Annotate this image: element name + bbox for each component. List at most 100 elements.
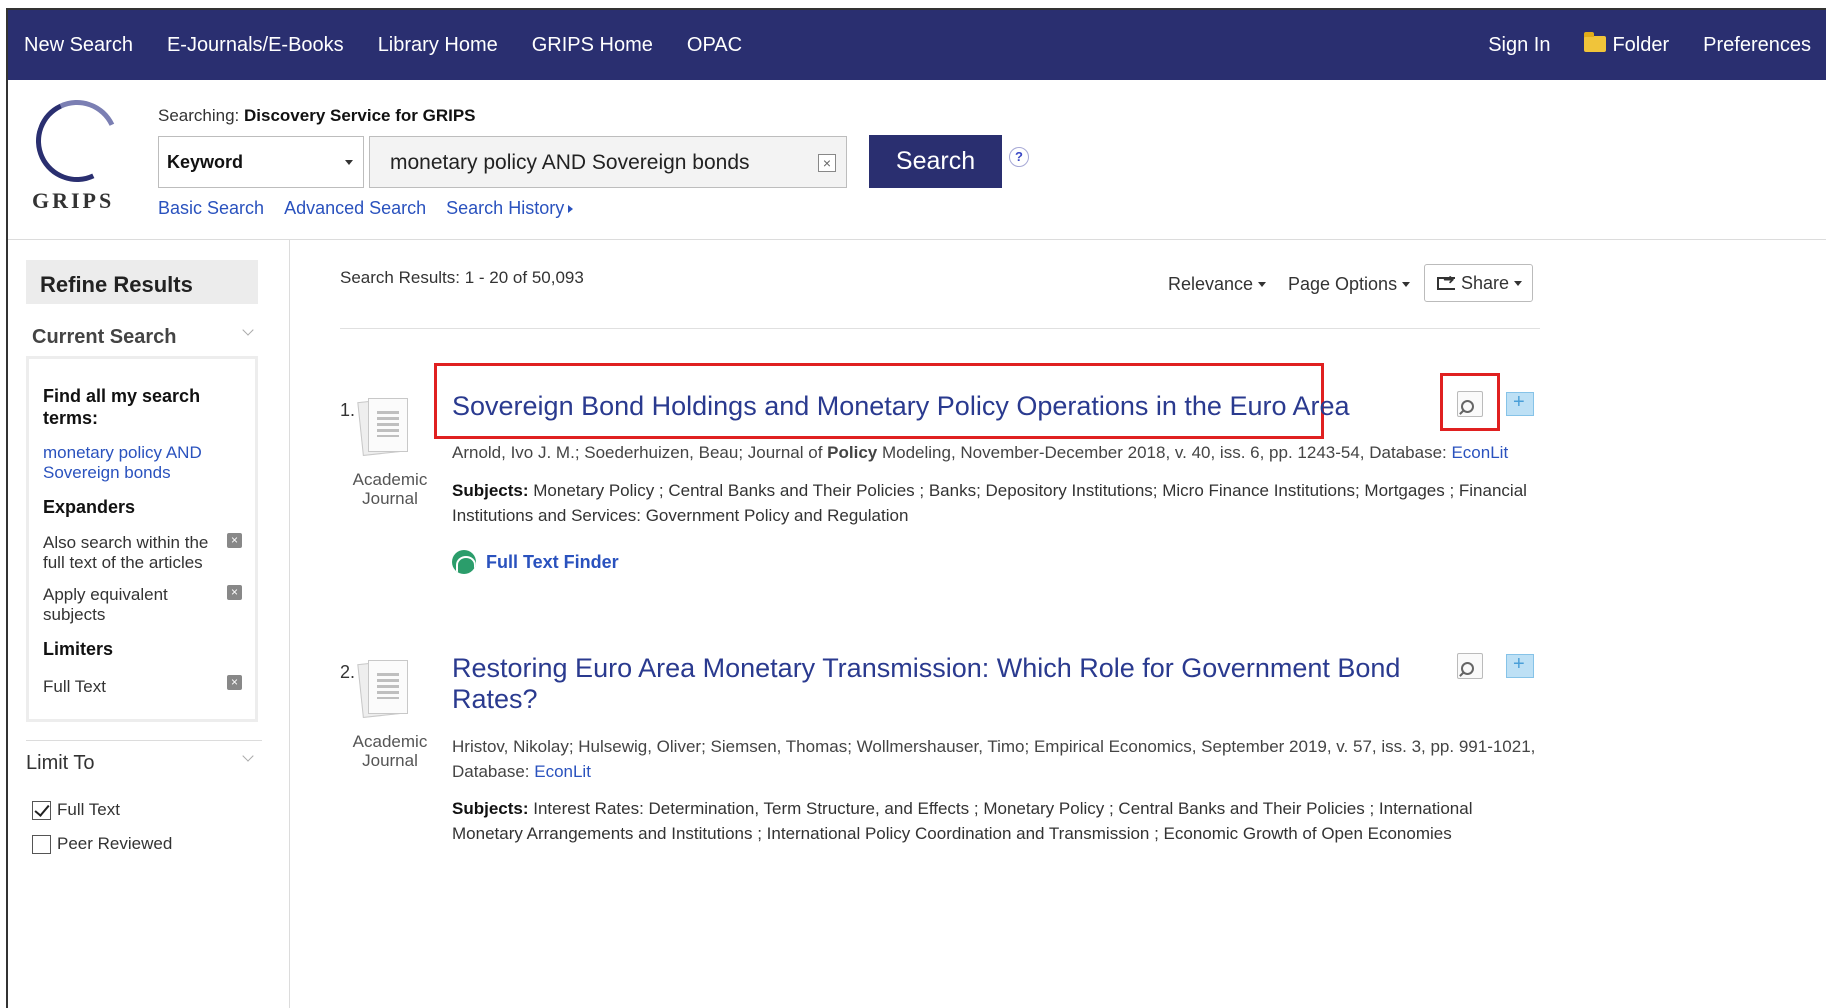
result-number: 1. [340,400,356,420]
subjects-label: Subjects: [452,481,529,500]
results-divider [340,328,1540,329]
limit-fulltext-option[interactable]: Full Text [32,800,120,820]
sort-dropdown[interactable]: Relevance [1168,274,1267,295]
preview-icon[interactable] [1457,653,1483,679]
limit-peer-label: Peer Reviewed [57,834,173,853]
expander-equivalent: Apply equivalent subjects [43,585,168,624]
result-type: Academic Journal [345,470,435,508]
search-history-label: Search History [446,198,565,218]
result-number: 2. [340,662,356,682]
sidebar-divider [26,740,262,741]
search-input-value: monetary policy AND Sovereign bonds [390,151,750,174]
top-nav-bar: New Search E-Journals/E-Books Library Ho… [8,10,1826,80]
expander-fulltext: Also search within the full text of the … [43,533,209,572]
advanced-search-link[interactable]: Advanced Search [284,198,426,219]
result-type-line2: Journal [362,489,418,508]
result-type-line1: Academic [352,470,428,489]
result-authors-rest: Modeling, November-December 2018, v. 40,… [877,443,1452,462]
full-text-finder-icon [452,550,476,574]
limit-fulltext-label: Full Text [57,800,120,819]
folder-icon [1584,31,1607,52]
grips-logo[interactable]: GRIPS [24,88,130,218]
chevron-down-icon [345,160,353,165]
expanders-title: Expanders [43,497,136,517]
remove-icon[interactable]: × [227,533,242,548]
refine-results-title: Refine Results [26,260,258,304]
search-mode-links: Basic Search Advanced Search Search Hist… [158,198,593,219]
current-search-header[interactable]: Current Search [32,326,177,349]
subjects-label: Subjects: [452,799,529,818]
result-type-line1: Academic [352,732,428,751]
preview-icon[interactable] [1457,391,1483,417]
sort-label: Relevance [1168,274,1254,294]
nav-folder[interactable]: Folder [1567,31,1686,57]
searching-prefix: Searching: [158,106,240,125]
limit-peer-option[interactable]: Peer Reviewed [32,834,172,854]
nav-new-search[interactable]: New Search [8,34,150,57]
chevron-down-icon[interactable] [242,324,254,336]
result-subjects: Subjects: Interest Rates: Determination,… [452,796,1542,846]
searching-target: Discovery Service for GRIPS [244,106,476,125]
remove-icon[interactable]: × [227,675,242,690]
find-all-label: Find all my search terms: [43,386,201,428]
browser-frame: New Search E-Journals/E-Books Library Ho… [6,8,1826,1008]
nav-preferences[interactable]: Preferences [1686,34,1826,57]
academic-journal-icon[interactable] [357,396,412,460]
share-icon [1437,271,1455,290]
database-link[interactable]: EconLit [534,762,591,781]
chevron-down-icon [1402,282,1411,287]
caret-right-icon [568,205,574,213]
nav-sign-in[interactable]: Sign In [1471,34,1567,57]
add-to-folder-icon[interactable] [1506,391,1534,416]
academic-journal-icon[interactable] [357,658,412,722]
help-icon[interactable]: ? [1009,147,1029,167]
current-query-link[interactable]: monetary policy AND Sovereign bonds [43,443,233,483]
page-options-label: Page Options [1288,274,1398,294]
add-to-folder-icon[interactable] [1506,653,1534,678]
subjects-text: Interest Rates: Determination, Term Stru… [452,799,1473,843]
search-history-link[interactable]: Search History [446,198,574,219]
results-panel: Search Results: 1 - 20 of 50,093 Relevan… [290,240,1826,1008]
nav-ejournals[interactable]: E-Journals/E-Books [150,34,361,57]
database-link[interactable]: EconLit [1451,443,1508,462]
limit-to-header[interactable]: Limit To [26,752,95,775]
nav-grips-home[interactable]: GRIPS Home [515,34,670,57]
chevron-down-icon[interactable] [242,750,254,762]
page-options-dropdown[interactable]: Page Options [1288,274,1411,295]
search-button[interactable]: Search [869,135,1002,188]
nav-opac[interactable]: OPAC [670,34,759,57]
remove-icon[interactable]: × [227,585,242,600]
logo-ring-icon [24,88,130,194]
fulltext-checkbox[interactable] [32,800,51,820]
clear-icon[interactable]: × [818,154,836,172]
result-title-link[interactable]: Restoring Euro Area Monetary Transmissio… [452,653,1412,715]
result-meta: Hristov, Nikolay; Hulsewig, Oliver; Siem… [452,734,1542,784]
search-input[interactable]: monetary policy AND Sovereign bonds × [369,136,847,188]
result-type-line2: Journal [362,751,418,770]
nav-folder-label: Folder [1612,33,1670,56]
result-authors-bold: Policy [827,443,878,462]
chevron-down-icon [1514,281,1523,286]
full-text-finder-label: Full Text Finder [486,551,619,572]
basic-search-link[interactable]: Basic Search [158,198,264,219]
share-button[interactable]: Share [1424,264,1533,302]
searching-label: Searching: Discovery Service for GRIPS [158,106,476,126]
search-header: GRIPS Searching: Discovery Service for G… [8,80,1826,240]
full-text-finder-link[interactable]: Full Text Finder [452,550,619,574]
field-select[interactable]: Keyword [158,136,364,188]
logo-text: GRIPS [32,188,115,213]
limiter-fulltext: Full Text [43,677,106,696]
result-type: Academic Journal [345,732,435,770]
nav-library-home[interactable]: Library Home [361,34,515,57]
current-search-box: Find all my search terms: monetary polic… [26,356,258,722]
result-authors: Arnold, Ivo J. M.; Soederhuizen, Beau; J… [452,443,828,462]
peer-reviewed-checkbox[interactable] [32,834,51,854]
subjects-text: Monetary Policy ; Central Banks and Thei… [452,481,1527,525]
result-title-link[interactable]: Sovereign Bond Holdings and Monetary Pol… [452,391,1350,422]
share-label: Share [1461,273,1510,293]
result-count: Search Results: 1 - 20 of 50,093 [340,268,584,287]
result-subjects: Subjects: Monetary Policy ; Central Bank… [452,478,1542,528]
refine-sidebar: Refine Results Current Search Find all m… [8,240,290,1008]
result-authors: Hristov, Nikolay; Hulsewig, Oliver; Siem… [452,737,1536,781]
limiters-title: Limiters [43,639,114,659]
